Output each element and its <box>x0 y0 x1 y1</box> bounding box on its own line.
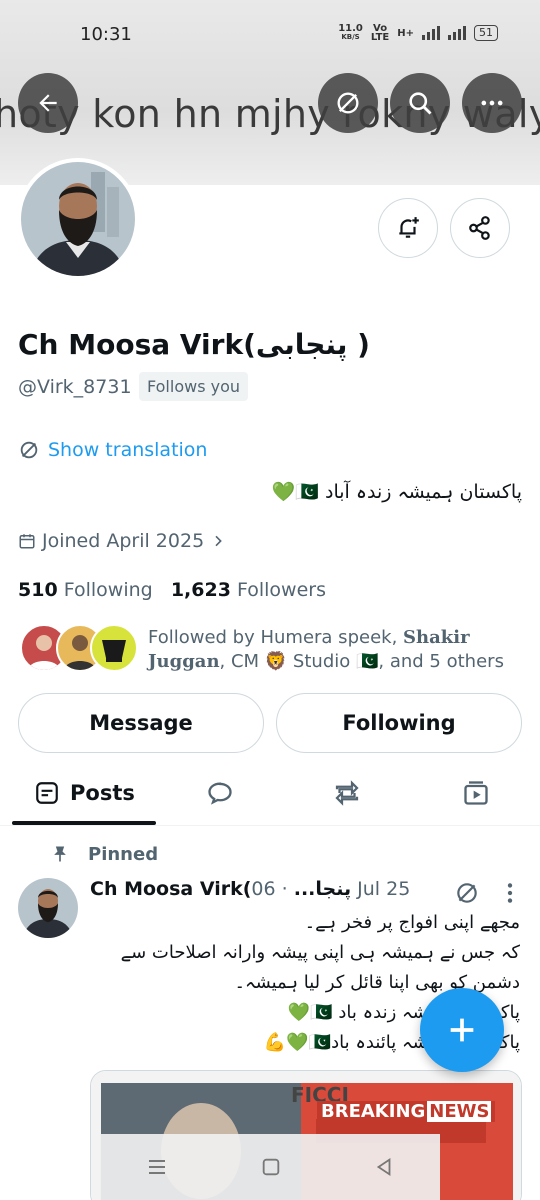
follow-stats: 510 Following 1,623 Followers <box>18 579 326 601</box>
back-arrow-icon <box>39 94 57 112</box>
search-icon <box>409 92 432 115</box>
status-time: 10:31 <box>80 24 132 45</box>
post-author-avatar[interactable] <box>18 878 78 938</box>
profile-tabs: Posts <box>0 762 540 826</box>
more-icon <box>481 100 503 106</box>
volte-indicator: Vo LTE <box>370 23 390 43</box>
media-breaking: BREAKING NEWS <box>317 1101 496 1122</box>
profile-bio: پاکستان ہمیشہ زندہ آباد 🇵🇰💚 <box>271 481 522 503</box>
status-bar: 10:31 11.0 KB/S Vo LTE H+ 51 <box>0 0 540 70</box>
signal-icon-2 <box>448 26 466 40</box>
following-button[interactable]: Following <box>276 693 522 753</box>
pinned-label: Pinned <box>88 843 159 865</box>
tab-replies[interactable] <box>206 762 234 824</box>
signal-icon <box>422 26 440 40</box>
more-options-button[interactable] <box>462 73 522 133</box>
post-author-name[interactable]: Ch Moosa Virk(پنجا... <box>90 878 351 900</box>
network-speed: 11.0 KB/S <box>338 23 363 42</box>
translate-icon <box>20 441 38 459</box>
back-button[interactable] <box>18 73 78 133</box>
translate-off-icon <box>337 92 359 114</box>
tab-posts[interactable]: Posts <box>34 762 135 824</box>
post-more-icon[interactable] <box>500 880 520 906</box>
pinned-indicator: Pinned <box>50 843 158 865</box>
network-type: H+ <box>397 27 414 39</box>
following-stat[interactable]: 510 Following <box>18 579 153 601</box>
share-button[interactable] <box>450 198 510 258</box>
back-nav-icon[interactable] <box>373 1156 395 1178</box>
system-nav-bar <box>100 1134 440 1200</box>
joined-date: Joined April 2025 <box>18 530 226 552</box>
compose-plus-icon <box>450 1018 474 1042</box>
translate-toggle-button[interactable] <box>318 73 378 133</box>
followers-stat[interactable]: 1,623 Followers <box>171 579 326 601</box>
post-header: Ch Moosa Virk(پنجا... · 06 Jul 25 <box>90 878 410 900</box>
user-handle: @Virk_8731 <box>18 376 132 398</box>
calendar-icon <box>19 534 35 549</box>
tab-posts-label: Posts <box>70 781 135 805</box>
follows-you-badge: Follows you <box>139 372 249 401</box>
joined-label: Joined April 2025 <box>42 530 205 552</box>
message-button[interactable]: Message <box>18 693 264 753</box>
profile-avatar[interactable] <box>17 158 139 280</box>
post-translate-icon[interactable] <box>454 880 480 906</box>
media-icon <box>464 781 488 805</box>
share-icon <box>469 216 490 240</box>
posts-icon <box>36 782 58 804</box>
show-translation-label: Show translation <box>48 439 208 461</box>
home-icon[interactable] <box>260 1156 282 1178</box>
tab-media[interactable] <box>462 762 490 824</box>
repost-icon <box>335 780 359 806</box>
battery-indicator: 51 <box>474 25 498 41</box>
show-translation-link[interactable]: Show translation <box>18 439 207 461</box>
search-button[interactable] <box>390 73 450 133</box>
notifications-button[interactable] <box>378 198 438 258</box>
post-line-1: مجھے اپنی افواج پر فخر ہے۔ <box>304 912 520 933</box>
banner-text: hoty kon hn mjhy rokny waly <box>0 92 540 136</box>
follower-avatar-3 <box>90 624 138 672</box>
followed-by-avatars[interactable] <box>20 624 140 674</box>
notification-bell-icon <box>399 217 419 238</box>
followed-by-text[interactable]: Followed by Humera speek, Shakir Juggan,… <box>148 626 518 674</box>
post-line-2: کہ جس نے ہمیشہ ہی اپنی پیشہ وارانہ اصلاح… <box>120 942 520 963</box>
recent-apps-icon[interactable] <box>145 1155 169 1179</box>
display-name: Ch Moosa Virk(پنجابی ) <box>18 328 370 361</box>
compose-button[interactable] <box>420 988 504 1072</box>
active-tab-indicator <box>12 821 156 825</box>
reply-icon <box>208 782 232 805</box>
pin-icon <box>54 846 66 862</box>
tab-reposts[interactable] <box>332 762 362 824</box>
status-indicators: 11.0 KB/S Vo LTE H+ 51 <box>338 23 498 43</box>
chevron-right-icon[interactable] <box>210 533 226 549</box>
